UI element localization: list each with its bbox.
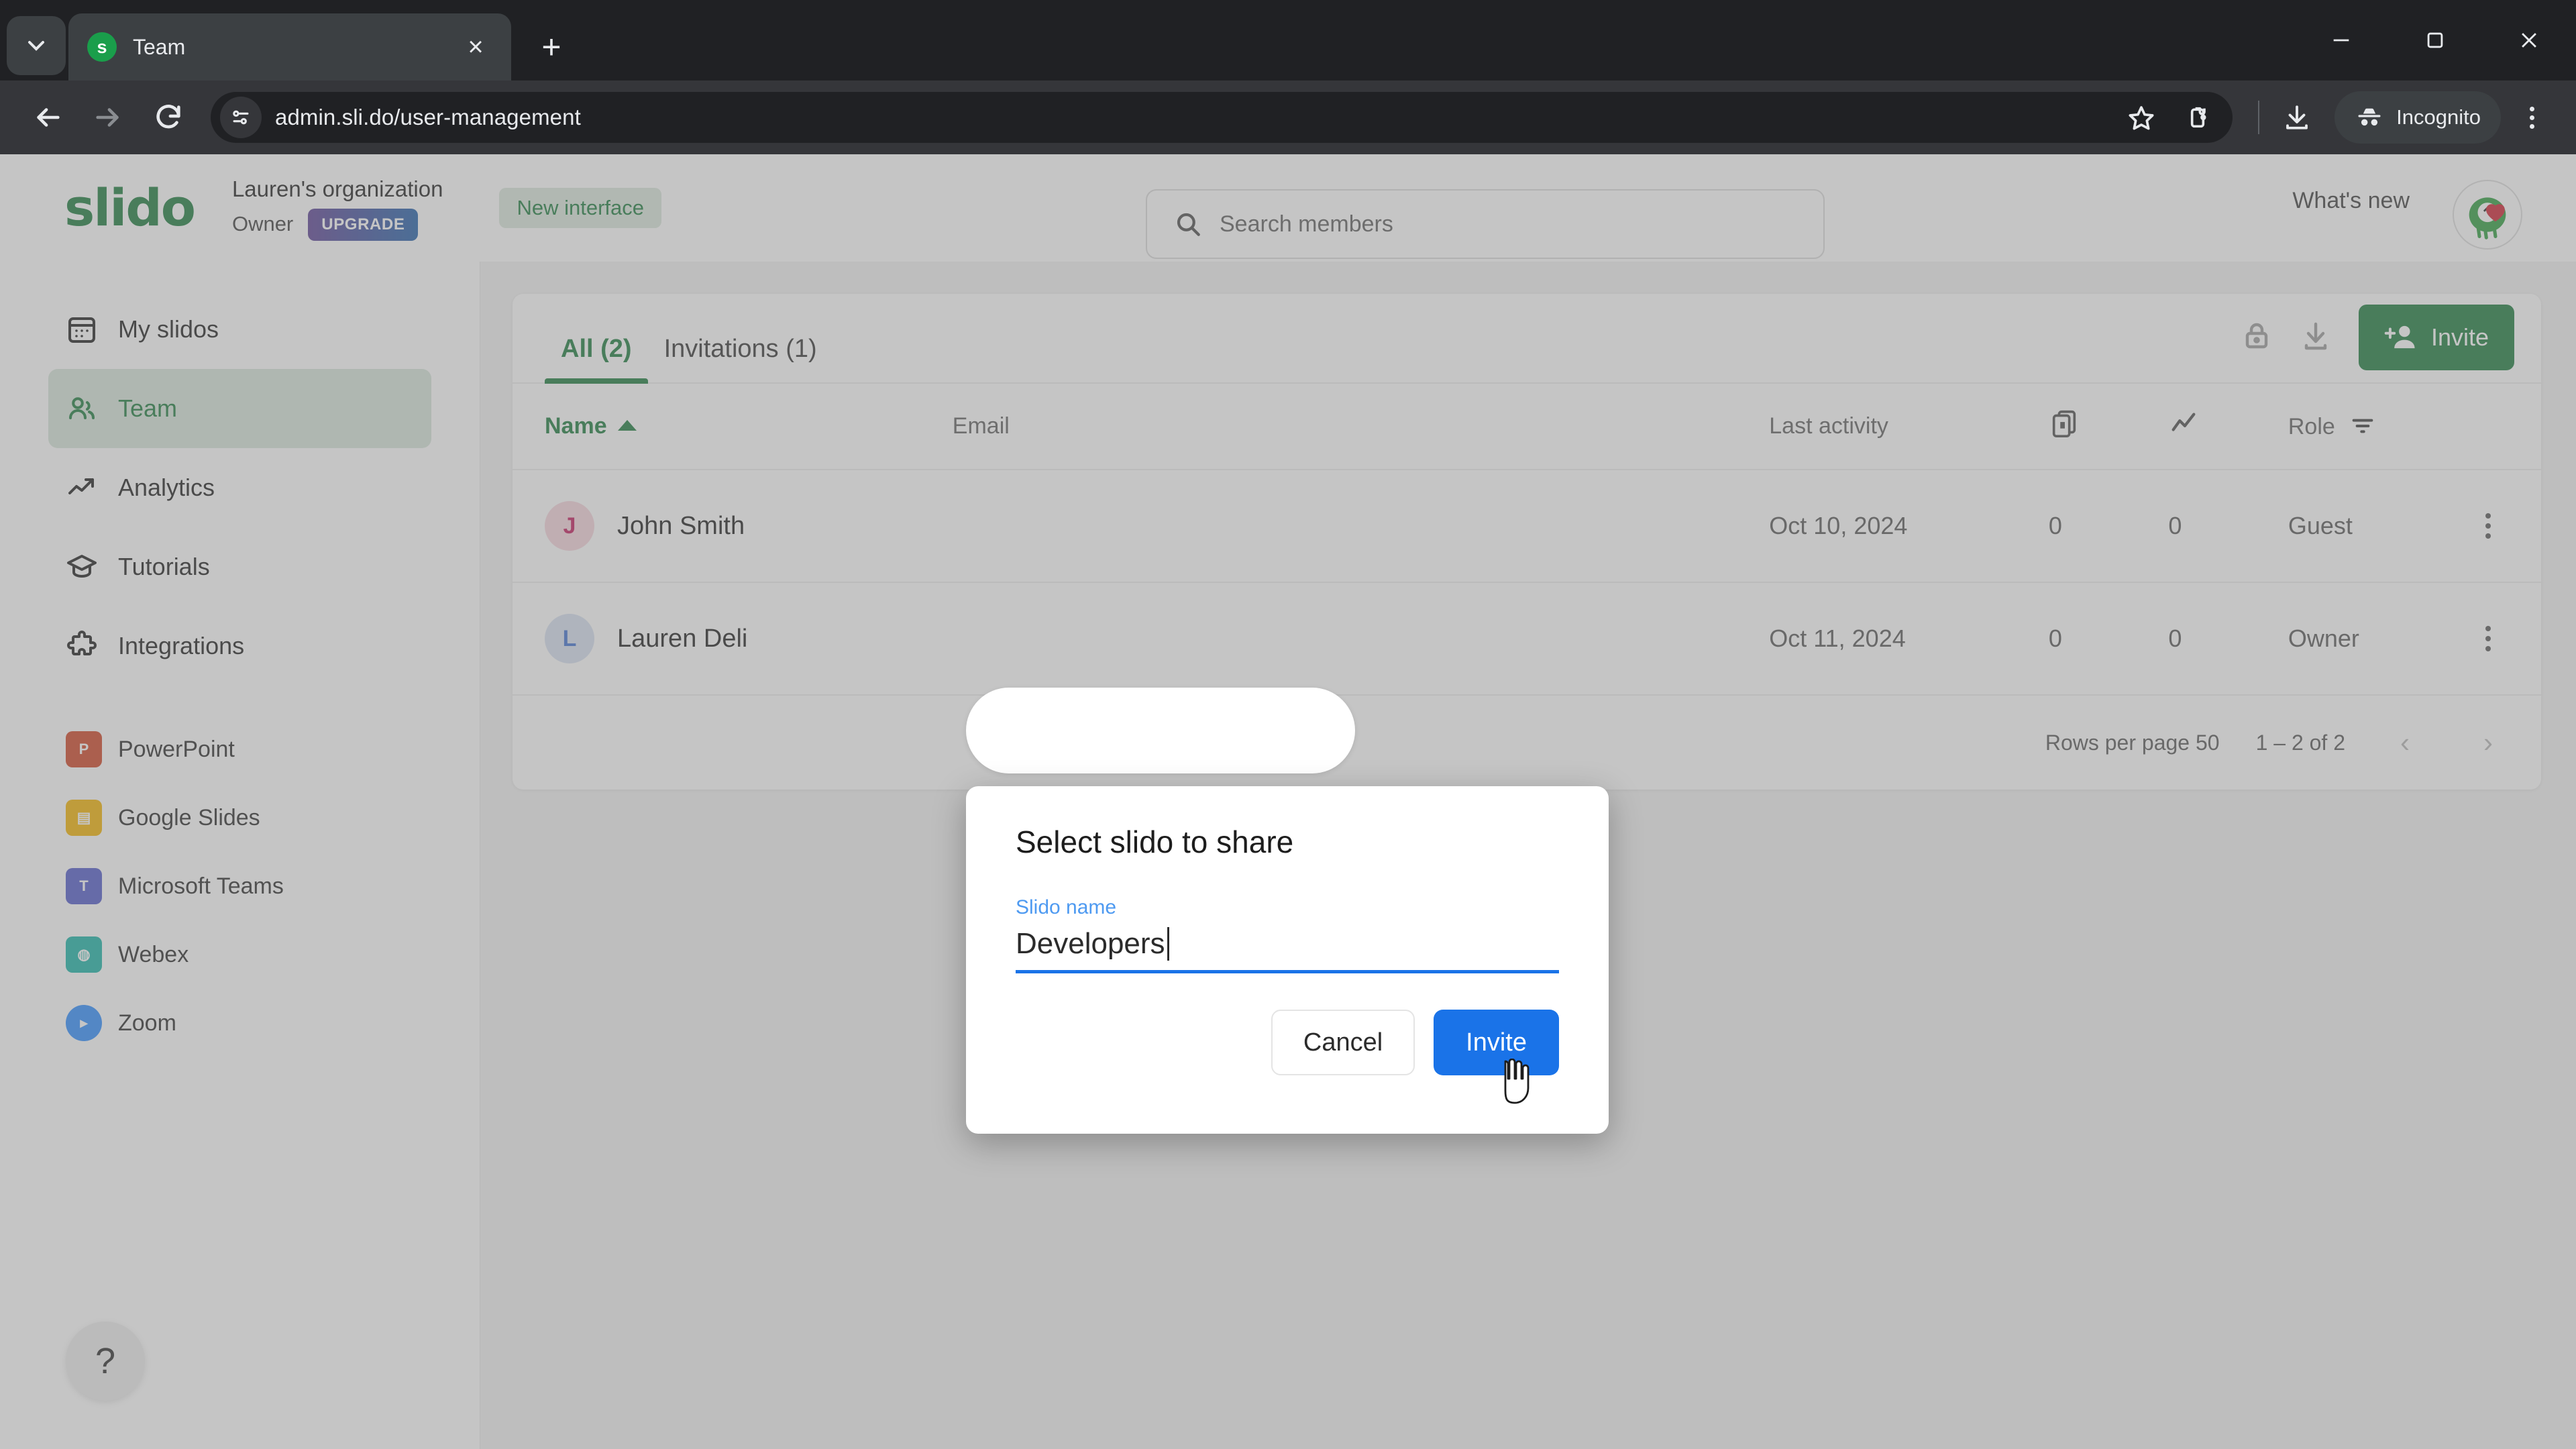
back-arrow-icon[interactable] (17, 87, 78, 148)
incognito-badge[interactable]: Incognito (2334, 91, 2501, 144)
kebab-menu-icon[interactable] (2505, 89, 2559, 146)
browser-toolbar: admin.sli.do/user-management Incognito (0, 80, 2576, 154)
toolbar-divider (2258, 101, 2260, 134)
download-icon[interactable] (2269, 89, 2325, 146)
close-icon[interactable]: × (459, 34, 492, 60)
dialog-actions: Cancel Invite (1016, 1010, 1559, 1075)
slido-name-value: Developers (1016, 927, 1165, 960)
omnibox-actions (2113, 89, 2226, 146)
window-controls (2294, 0, 2576, 80)
minimize-icon[interactable] (2294, 0, 2388, 80)
star-icon[interactable] (2113, 89, 2169, 146)
reload-icon[interactable] (138, 87, 199, 148)
slido-app: slido Lauren's organization Owner UPGRAD… (0, 154, 2576, 1449)
close-window-icon[interactable] (2482, 0, 2576, 80)
site-settings-icon[interactable] (220, 97, 262, 138)
extensions-icon[interactable] (2169, 89, 2226, 146)
slido-name-input[interactable]: Developers (1016, 927, 1559, 973)
incognito-label: Incognito (2396, 105, 2481, 129)
new-tab-button[interactable]: + (525, 20, 578, 74)
masked-email-pill (966, 688, 1355, 773)
browser-tab[interactable]: s Team × (68, 13, 511, 80)
text-caret (1167, 927, 1169, 961)
incognito-icon (2358, 108, 2381, 126)
dialog-title: Select slido to share (1016, 824, 1294, 859)
url-text: admin.sli.do/user-management (275, 105, 581, 129)
forward-arrow-icon (78, 87, 138, 148)
tab-strip: s Team × + (0, 0, 2576, 80)
browser-window: s Team × + admin.sli.do/user-management … (0, 0, 2576, 1449)
mouse-cursor (1504, 1059, 1529, 1104)
maximize-icon[interactable] (2388, 0, 2482, 80)
cancel-button[interactable]: Cancel (1271, 1010, 1415, 1075)
tab-search-icon[interactable] (7, 16, 66, 75)
slido-name-label: Slido name (1016, 896, 1117, 918)
tab-title: Team (133, 34, 186, 59)
address-bar[interactable]: admin.sli.do/user-management (211, 92, 2233, 143)
slido-favicon: s (87, 32, 117, 62)
